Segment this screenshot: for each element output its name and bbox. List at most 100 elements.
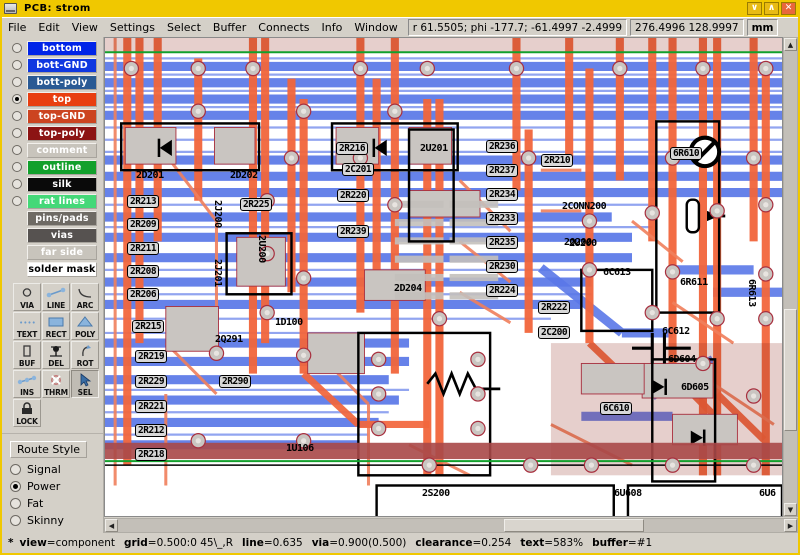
layer-row-bott-poly[interactable]: bott-poly [2, 74, 103, 90]
refdes-label[interactable]: 2R221 [135, 400, 167, 413]
refdes-label[interactable]: 6U608 [614, 488, 642, 499]
refdes-label[interactable]: 1D100 [275, 317, 303, 328]
layer-row-bott-gnd[interactable]: bott-GND [2, 57, 103, 73]
refdes-label[interactable]: 2R224 [486, 284, 518, 297]
layer-row-top[interactable]: top [2, 91, 103, 107]
tool-arc-button[interactable]: ARC [71, 283, 99, 311]
layer-button-comment[interactable]: comment [27, 143, 97, 158]
pcb-layout-canvas[interactable]: 2D2012D2022R2132R2252R2092R2112R2082R206… [104, 37, 783, 517]
refdes-label[interactable]: 2R234 [486, 188, 518, 201]
layer-row-far-side[interactable]: far side [2, 244, 103, 260]
menu-item-edit[interactable]: Edit [32, 19, 65, 36]
refdes-label[interactable]: 2R230 [486, 260, 518, 273]
refdes-label[interactable]: 2R220 [337, 189, 369, 202]
scroll-right-button[interactable]: ▶ [784, 519, 797, 532]
refdes-label-vertical[interactable]: 2J200 [212, 200, 223, 228]
layer-button-top-poly[interactable]: top-poly [27, 126, 97, 141]
layer-row-solder-mask[interactable]: solder mask [2, 261, 103, 277]
refdes-label[interactable]: 2R216 [336, 142, 368, 155]
tool-via-button[interactable]: VIA [13, 283, 41, 311]
refdes-label[interactable]: 6R611 [680, 277, 708, 288]
tool-ins-button[interactable]: INS [13, 370, 41, 398]
tool-del-button[interactable]: DEL [42, 341, 70, 369]
units-toggle[interactable]: mm [747, 19, 779, 36]
layer-button-top[interactable]: top [27, 92, 97, 107]
minimize-button[interactable]: ∨ [747, 2, 762, 15]
vscroll-track[interactable] [784, 51, 797, 503]
layer-radio-top-gnd[interactable] [12, 111, 22, 121]
route-radio-signal[interactable] [10, 464, 21, 475]
refdes-label-vertical[interactable]: 6R613 [746, 279, 757, 307]
refdes-label[interactable]: 2R236 [486, 140, 518, 153]
refdes-label[interactable]: 1U106 [286, 443, 314, 454]
refdes-label[interactable]: 2R225 [240, 198, 272, 211]
refdes-label[interactable]: 2D204 [394, 283, 422, 294]
layer-button-bottom[interactable]: bottom [27, 41, 97, 56]
tool-lock-button[interactable]: LOCK [13, 399, 41, 427]
layer-row-vias[interactable]: vias [2, 227, 103, 243]
hscroll-thumb[interactable] [504, 519, 644, 532]
refdes-label[interactable]: 2R235 [486, 236, 518, 249]
layer-row-bottom[interactable]: bottom [2, 40, 103, 56]
refdes-label[interactable]: 2U201 [420, 143, 448, 154]
refdes-label-vertical[interactable]: 2J201 [212, 259, 223, 287]
layer-button-rat-lines[interactable]: rat lines [27, 194, 97, 209]
refdes-label[interactable]: 2C201 [342, 163, 374, 176]
route-style-fat[interactable]: Fat [10, 495, 103, 512]
maximize-button[interactable]: ∧ [764, 2, 779, 15]
layer-radio-bottom[interactable] [12, 43, 22, 53]
refdes-label[interactable]: 2CONN200 [562, 201, 606, 212]
layer-radio-top[interactable] [12, 94, 22, 104]
vertical-scrollbar[interactable]: ▲ ▼ [783, 37, 798, 517]
tool-line-button[interactable]: LINE [42, 283, 70, 311]
scroll-left-button[interactable]: ◀ [105, 519, 118, 532]
layer-row-top-gnd[interactable]: top-GND [2, 108, 103, 124]
refdes-label[interactable]: 2R215 [132, 320, 164, 333]
layer-button-bott-poly[interactable]: bott-poly [27, 75, 97, 90]
hscroll-track[interactable] [118, 519, 784, 532]
menu-item-buffer[interactable]: Buffer [207, 19, 252, 36]
refdes-label[interactable]: 2R206 [127, 288, 159, 301]
refdes-label[interactable]: 2R210 [541, 154, 573, 167]
menu-item-info[interactable]: Info [316, 19, 349, 36]
menu-item-view[interactable]: View [66, 19, 104, 36]
refdes-label[interactable]: 2R290 [219, 375, 251, 388]
menu-item-select[interactable]: Select [161, 19, 207, 36]
refdes-label[interactable]: 6C613 [603, 267, 631, 278]
layer-button-bott-gnd[interactable]: bott-GND [27, 58, 97, 73]
layer-button-silk[interactable]: silk [27, 177, 97, 192]
layer-button-solder-mask[interactable]: solder mask [27, 262, 97, 277]
layer-radio-outline[interactable] [12, 162, 22, 172]
layer-radio-bott-poly[interactable] [12, 77, 22, 87]
route-style-skinny[interactable]: Skinny [10, 512, 103, 529]
tool-sel-button[interactable]: SEL [71, 370, 99, 398]
refdes-label[interactable]: 2R212 [135, 424, 167, 437]
refdes-label[interactable]: 2R213 [127, 195, 159, 208]
layer-button-pins-pads[interactable]: pins/pads [27, 211, 97, 226]
layer-button-top-gnd[interactable]: top-GND [27, 109, 97, 124]
route-radio-skinny[interactable] [10, 515, 21, 526]
menu-item-connects[interactable]: Connects [252, 19, 315, 36]
route-style-power[interactable]: Power [10, 478, 103, 495]
layer-row-pins-pads[interactable]: pins/pads [2, 210, 103, 226]
layer-radio-rat-lines[interactable] [12, 196, 22, 206]
layer-button-far-side[interactable]: far side [27, 245, 97, 260]
refdes-label[interactable]: 6D604 [668, 354, 696, 365]
horizontal-scrollbar[interactable]: ◀ ▶ [104, 518, 798, 533]
layer-button-vias[interactable]: vias [27, 228, 97, 243]
refdes-label[interactable]: 6R610 [670, 147, 702, 160]
layer-button-outline[interactable]: outline [27, 160, 97, 175]
tool-thrm-button[interactable]: THRM [42, 370, 70, 398]
layer-radio-top-poly[interactable] [12, 128, 22, 138]
refdes-label-vertical[interactable]: 2U200 [256, 235, 267, 263]
refdes-label[interactable]: 2R233 [486, 212, 518, 225]
refdes-label[interactable]: 6U6 [759, 488, 776, 499]
layer-row-top-poly[interactable]: top-poly [2, 125, 103, 141]
refdes-label[interactable]: 2U200 [569, 238, 597, 249]
refdes-label[interactable]: 2R239 [337, 225, 369, 238]
refdes-label[interactable]: 6C612 [662, 326, 690, 337]
layer-radio-silk[interactable] [12, 179, 22, 189]
route-radio-fat[interactable] [10, 498, 21, 509]
refdes-label[interactable]: 2R229 [135, 375, 167, 388]
tool-buf-button[interactable]: BUF [13, 341, 41, 369]
